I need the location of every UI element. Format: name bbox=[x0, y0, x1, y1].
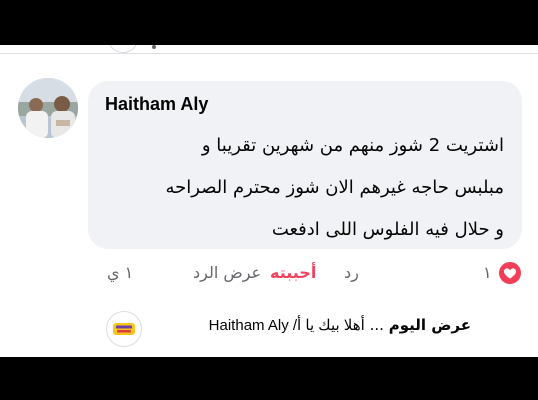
comment-author[interactable]: Haitham Aly bbox=[105, 94, 208, 115]
like-button[interactable]: أحببته bbox=[270, 263, 316, 282]
previous-comment-avatar bbox=[108, 45, 138, 53]
divider bbox=[0, 53, 538, 54]
reply-button[interactable]: رد bbox=[344, 263, 359, 282]
comment-text-line: اشتريت 2 شوز منهم من شهرين تقريبا و bbox=[201, 135, 504, 156]
reply-ellipsis: ... bbox=[369, 316, 384, 334]
reaction-count[interactable]: ١ bbox=[483, 263, 492, 282]
show-reply-button[interactable]: عرض الرد bbox=[193, 263, 261, 282]
logo-icon bbox=[113, 323, 135, 335]
comment-screen: Haitham Aly اشتريت 2 شوز منهم من شهرين ت… bbox=[0, 45, 538, 357]
comment-text-line: و حلال فيه الفلوس اللى ادفعت bbox=[271, 219, 504, 240]
timestamp[interactable]: ١ ي bbox=[107, 263, 133, 282]
comment-bubble: Haitham Aly اشتريت 2 شوز منهم من شهرين ت… bbox=[88, 81, 522, 249]
reply-preview[interactable]: عرض اليوم ... أهلا بيك يا أ/ Haitham Aly bbox=[153, 316, 471, 334]
page-logo[interactable] bbox=[106, 311, 142, 347]
avatar-photo bbox=[18, 78, 78, 138]
avatar[interactable] bbox=[18, 78, 78, 138]
comment-text-line: مبلبس حاجه غيرهم الان شوز محترم الصراحه bbox=[165, 177, 504, 198]
reply-author: عرض اليوم bbox=[388, 316, 471, 334]
comment-text: اشتريت 2 شوز منهم من شهرين تقريبا و مبلب… bbox=[104, 125, 504, 251]
reply-text: أهلا بيك يا أ/ Haitham Aly bbox=[208, 317, 365, 334]
heart-icon[interactable] bbox=[498, 261, 522, 285]
previous-comment-dot bbox=[152, 45, 156, 49]
